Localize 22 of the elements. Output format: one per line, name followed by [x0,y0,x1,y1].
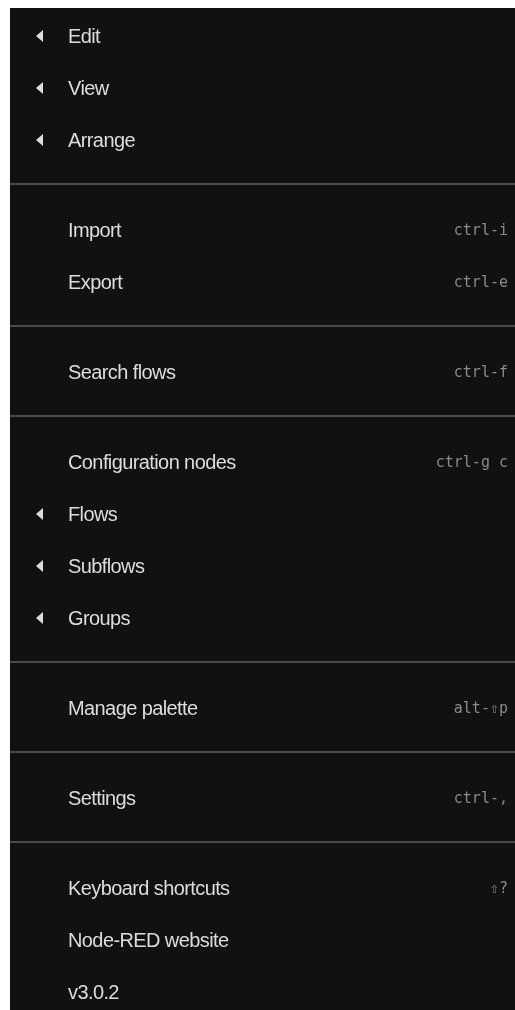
menu-item[interactable]: Groups [68,603,130,633]
menu-item[interactable]: Arrange [68,125,135,155]
menu-item[interactable]: Keyboard shortcuts [68,873,230,903]
shortcut-label: alt-⇧p [453,697,508,719]
menu-item[interactable]: Edit [68,21,101,51]
menu-item[interactable]: Settings [68,783,136,813]
menu-item[interactable]: v3.0.2 [68,977,119,1007]
shortcut-label: ⇧? [489,877,508,899]
menu-item[interactable]: Manage palette [68,693,198,723]
menu-item[interactable]: Configuration nodes [68,447,236,477]
shortcut-label: ctrl-f [453,361,508,383]
menu-item[interactable]: View [68,73,109,103]
shortcut-label: ctrl-g c [435,451,508,473]
shortcut-label: ctrl-, [453,787,508,809]
menu-item[interactable]: Node-RED website [68,925,229,955]
menu-item[interactable]: Import [68,215,122,245]
shortcut-label: ctrl-e [453,271,508,293]
shortcut-label: ctrl-i [453,219,508,241]
menu-item[interactable]: Search flows [68,357,176,387]
menu-item[interactable]: Export [68,267,123,297]
menu-item[interactable]: Subflows [68,551,145,581]
menu-item[interactable]: Flows [68,499,118,529]
